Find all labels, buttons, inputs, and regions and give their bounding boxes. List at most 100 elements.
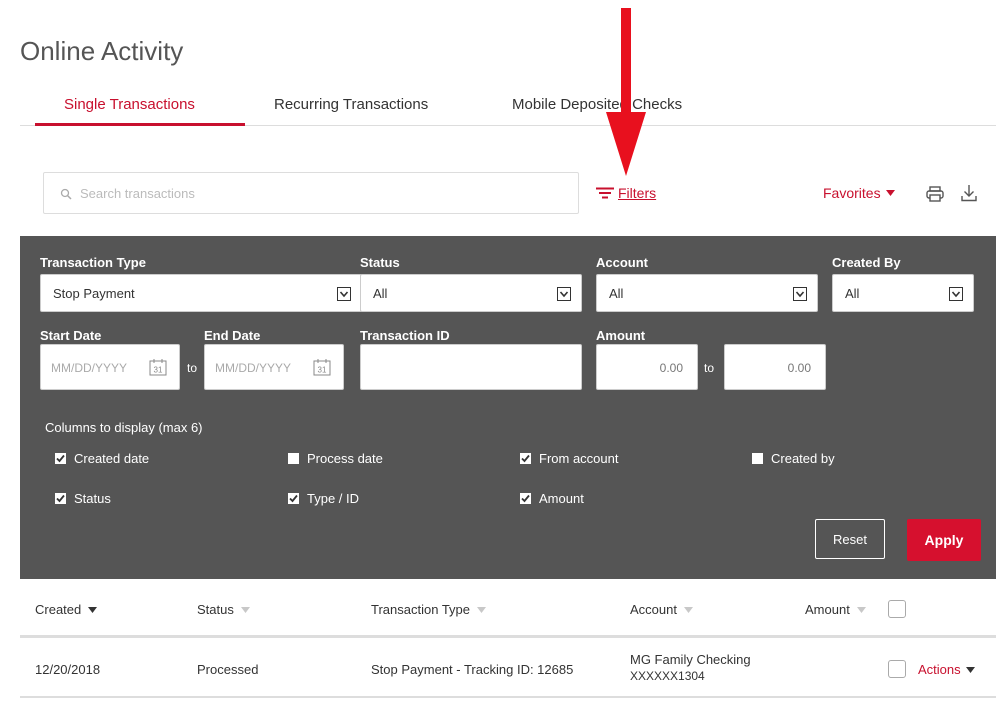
checkbox-checked-icon bbox=[520, 493, 531, 504]
transaction-id-input[interactable] bbox=[360, 344, 582, 390]
filters-button[interactable]: Filters bbox=[596, 185, 656, 201]
checkbox-checked-icon bbox=[55, 493, 66, 504]
filter-icon bbox=[596, 187, 614, 199]
amount-from-input[interactable]: 0.00 bbox=[596, 344, 698, 390]
filters-label: Filters bbox=[618, 185, 657, 201]
date-range-to: to bbox=[187, 361, 198, 375]
column-checkbox-from-account[interactable]: From account bbox=[520, 451, 618, 466]
annotation-arrow-icon bbox=[606, 8, 646, 176]
column-label: Type / ID bbox=[307, 491, 360, 506]
transaction-type-select[interactable]: Stop Payment bbox=[40, 274, 362, 312]
created-by-select[interactable]: All bbox=[832, 274, 974, 312]
column-checkbox-created-by[interactable]: Created by bbox=[752, 451, 835, 466]
sort-down-icon bbox=[477, 606, 486, 613]
calendar-icon[interactable]: 31 bbox=[313, 358, 331, 376]
actions-dropdown[interactable]: Actions bbox=[918, 662, 975, 677]
column-label: Status bbox=[74, 491, 111, 506]
column-checkbox-type-id[interactable]: Type / ID bbox=[288, 491, 359, 506]
column-header-created[interactable]: Created bbox=[35, 602, 98, 617]
actions-label: Actions bbox=[918, 662, 961, 677]
column-label: Created by bbox=[771, 451, 835, 466]
sort-down-icon bbox=[683, 606, 693, 613]
column-header-status[interactable]: Status bbox=[197, 602, 250, 617]
caret-down-icon bbox=[885, 190, 895, 196]
checkbox-checked-icon bbox=[55, 453, 66, 464]
account-select[interactable]: All bbox=[596, 274, 818, 312]
tab-recurring-transactions[interactable]: Recurring Transactions bbox=[274, 96, 428, 113]
start-date-placeholder: MM/DD/YYYY bbox=[51, 361, 128, 375]
chevron-down-icon bbox=[337, 287, 351, 301]
account-value: All bbox=[609, 286, 624, 301]
status-select[interactable]: All bbox=[360, 274, 582, 312]
column-header-transaction-type[interactable]: Transaction Type bbox=[371, 602, 486, 617]
cell-created: 12/20/2018 bbox=[35, 662, 101, 677]
transaction-id-label: Transaction ID bbox=[360, 328, 450, 343]
created-by-value: All bbox=[845, 286, 860, 301]
active-tab-indicator bbox=[35, 123, 245, 126]
start-date-label: Start Date bbox=[40, 328, 102, 343]
cell-account-name: MG Family Checking bbox=[630, 652, 751, 667]
chevron-down-icon bbox=[949, 287, 963, 301]
checkbox-unchecked-icon bbox=[752, 453, 763, 464]
caret-down-icon bbox=[965, 666, 975, 673]
favorites-label: Favorites bbox=[823, 185, 881, 201]
column-header-label: Amount bbox=[805, 602, 850, 617]
sort-down-icon bbox=[856, 606, 866, 613]
download-icon[interactable] bbox=[961, 184, 977, 202]
column-label: Process date bbox=[307, 451, 383, 466]
filter-panel: Transaction Type Stop Payment Status All… bbox=[20, 236, 996, 579]
chevron-down-icon bbox=[793, 287, 807, 301]
column-label: Created date bbox=[74, 451, 150, 466]
favorites-dropdown[interactable]: Favorites bbox=[823, 185, 895, 201]
calendar-day-text: 31 bbox=[154, 366, 163, 375]
page-title: Online Activity bbox=[20, 36, 184, 66]
created-by-label: Created By bbox=[832, 255, 901, 270]
cell-account-number: XXXXXX1304 bbox=[630, 669, 705, 683]
column-label: Amount bbox=[539, 491, 584, 506]
search-icon bbox=[60, 188, 72, 200]
columns-label: Columns to display (max 6) bbox=[45, 420, 203, 435]
calendar-day-text: 31 bbox=[318, 366, 327, 375]
table-row: 12/20/2018 Processed Stop Payment - Trac… bbox=[20, 640, 996, 698]
tab-single-transactions[interactable]: Single Transactions bbox=[64, 96, 195, 113]
amount-label: Amount bbox=[596, 328, 646, 343]
status-label: Status bbox=[360, 255, 400, 270]
print-icon[interactable] bbox=[926, 186, 944, 202]
column-header-label: Status bbox=[197, 602, 234, 617]
column-header-label: Transaction Type bbox=[371, 602, 470, 617]
checkbox-checked-icon bbox=[520, 453, 531, 464]
tab-bar: Single Transactions Recurring Transactio… bbox=[20, 92, 996, 126]
sort-down-icon bbox=[240, 606, 250, 613]
checkbox-unchecked-icon bbox=[288, 453, 299, 464]
apply-button[interactable]: Apply bbox=[907, 519, 981, 561]
column-checkbox-process-date[interactable]: Process date bbox=[288, 451, 383, 466]
end-date-input[interactable]: MM/DD/YYYY 31 bbox=[204, 344, 344, 390]
amount-from-value: 0.00 bbox=[659, 361, 683, 375]
end-date-label: End Date bbox=[204, 328, 261, 343]
column-checkbox-amount[interactable]: Amount bbox=[520, 491, 584, 506]
row-checkbox[interactable] bbox=[888, 660, 906, 678]
search-input[interactable] bbox=[80, 181, 560, 205]
transaction-type-label: Transaction Type bbox=[40, 255, 146, 270]
account-label: Account bbox=[596, 255, 648, 270]
column-checkbox-status[interactable]: Status bbox=[55, 491, 111, 506]
cell-status: Processed bbox=[197, 662, 259, 677]
table-header: Created Status Transaction Type Account … bbox=[20, 580, 996, 638]
select-all-checkbox[interactable] bbox=[888, 600, 906, 618]
tab-mobile-deposited-checks[interactable]: Mobile Deposited Checks bbox=[512, 96, 682, 113]
column-header-label: Created bbox=[35, 602, 82, 617]
transaction-type-value: Stop Payment bbox=[53, 286, 135, 301]
column-header-amount[interactable]: Amount bbox=[805, 602, 866, 617]
column-checkbox-created-date[interactable]: Created date bbox=[55, 451, 149, 466]
reset-button[interactable]: Reset bbox=[815, 519, 885, 559]
sort-down-icon bbox=[88, 606, 98, 613]
column-header-account[interactable]: Account bbox=[630, 602, 693, 617]
end-date-placeholder: MM/DD/YYYY bbox=[215, 361, 292, 375]
start-date-input[interactable]: MM/DD/YYYY 31 bbox=[40, 344, 180, 390]
calendar-icon[interactable]: 31 bbox=[149, 358, 167, 376]
amount-range-to: to bbox=[704, 361, 715, 375]
cell-transaction-type: Stop Payment - Tracking ID: 12685 bbox=[371, 662, 574, 677]
amount-to-input[interactable]: 0.00 bbox=[724, 344, 826, 390]
amount-to-value: 0.00 bbox=[787, 361, 811, 375]
search-box[interactable] bbox=[43, 172, 579, 214]
